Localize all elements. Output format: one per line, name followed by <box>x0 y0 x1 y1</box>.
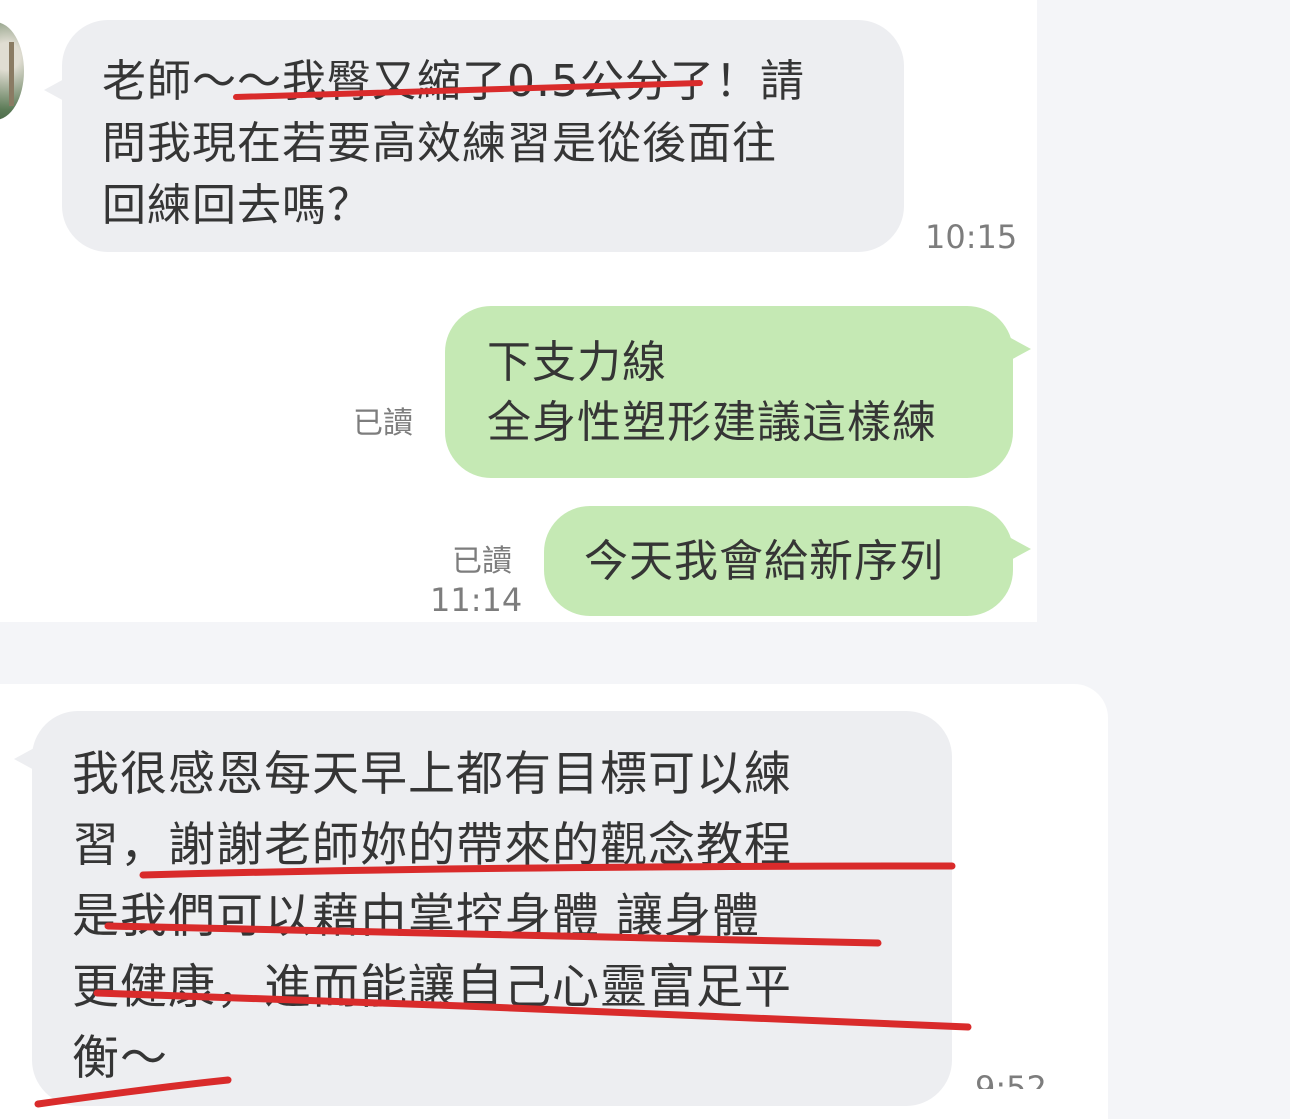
bubble-tail <box>1009 537 1031 561</box>
incoming-message-bubble[interactable]: 老師～～我臀又縮了0.5公分了！請 問我現在若要高效練習是從後面往 回練回去嗎？ <box>44 20 904 252</box>
outgoing-message-bubble[interactable]: 下支力線 全身性塑形建議這樣練 <box>445 306 1031 478</box>
message-timestamp: 9:52 <box>975 1070 1047 1089</box>
read-receipt: 已讀 <box>353 406 413 441</box>
contact-avatar[interactable] <box>0 22 24 120</box>
bubble-tail <box>14 747 36 771</box>
message-text: 我很感恩每天早上都有目標可以練 習，謝謝老師妳的帶來的觀念教程 是我們可以藉由掌… <box>72 747 792 1086</box>
message-text: 今天我會給新序列 <box>584 536 944 587</box>
message-text: 下支力線 全身性塑形建議這樣練 <box>487 337 937 448</box>
timestamp-cropped: 9:52 <box>965 1070 1075 1089</box>
message-timestamp: 10:15 <box>925 218 1018 256</box>
message-text: 老師～～我臀又縮了0.5公分了！請 問我現在若要高效練習是從後面往 回練回去嗎？ <box>102 56 805 231</box>
chat-screenshot-top: 老師～～我臀又縮了0.5公分了！請 問我現在若要高效練習是從後面往 回練回去嗎？… <box>0 0 1037 622</box>
incoming-message-bubble[interactable]: 我很感恩每天早上都有目標可以練 習，謝謝老師妳的帶來的觀念教程 是我們可以藉由掌… <box>14 711 952 1106</box>
message-timestamp: 11:14 <box>430 581 523 619</box>
bubble-tail <box>44 78 66 102</box>
read-receipt: 已讀 <box>452 544 512 579</box>
bubble-tail <box>1009 337 1031 361</box>
outgoing-message-bubble[interactable]: 今天我會給新序列 <box>544 506 1031 616</box>
